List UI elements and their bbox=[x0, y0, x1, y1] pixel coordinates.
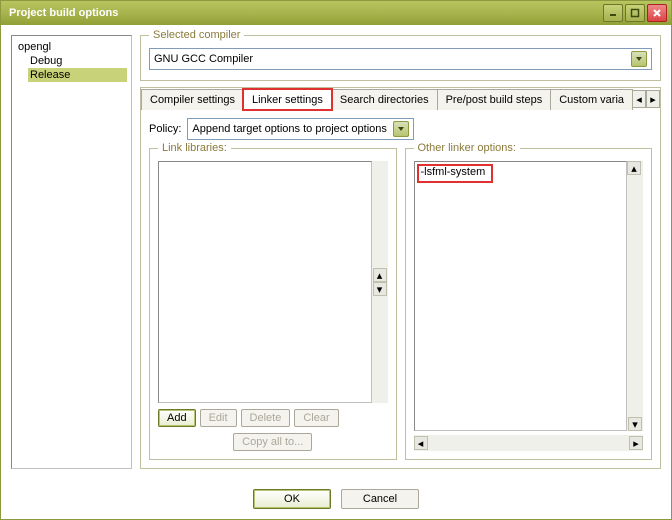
dialog-window: Project build options opengl Debug Relea… bbox=[0, 0, 672, 520]
minimize-button[interactable] bbox=[603, 4, 623, 22]
list-scrollbar[interactable]: ▴ ▾ bbox=[372, 161, 388, 403]
other-linker-label: Other linker options: bbox=[414, 142, 520, 154]
add-button[interactable]: Add bbox=[158, 409, 196, 427]
policy-value: Append target options to project options bbox=[192, 123, 386, 135]
titlebar[interactable]: Project build options bbox=[1, 1, 671, 25]
tab-scroll-left-icon[interactable]: ◂ bbox=[632, 90, 646, 108]
lib-buttons: Add Edit Delete Clear bbox=[158, 409, 388, 427]
other-linker-options-group: Other linker options: -lsfml-system ▴ bbox=[405, 148, 653, 460]
tab-scroll-right-icon[interactable]: ▸ bbox=[646, 90, 660, 108]
tab-strip: Compiler settings Linker settings Search… bbox=[141, 88, 660, 110]
other-linker-area: -lsfml-system ▴ ▾ bbox=[414, 161, 644, 431]
textarea-hscrollbar[interactable]: ◂ ▸ bbox=[414, 435, 644, 451]
policy-label: Policy: bbox=[149, 123, 181, 135]
other-linker-text: -lsfml-system bbox=[417, 164, 494, 183]
policy-dropdown[interactable]: Append target options to project options bbox=[187, 118, 413, 140]
link-libraries-area: ▴ ▾ bbox=[158, 161, 388, 403]
settings-tabs: Compiler settings Linker settings Search… bbox=[140, 87, 661, 469]
tree-debug[interactable]: Debug bbox=[28, 54, 127, 68]
tab-compiler-settings[interactable]: Compiler settings bbox=[141, 89, 244, 110]
compiler-dropdown[interactable]: GNU GCC Compiler bbox=[149, 48, 652, 70]
linker-panels: Link libraries: ▴ ▾ Add Edit bbox=[149, 148, 652, 460]
scroll-down-icon[interactable]: ▾ bbox=[628, 417, 642, 431]
tab-custom-variables[interactable]: Custom varia bbox=[550, 89, 633, 110]
ok-button[interactable]: OK bbox=[253, 489, 331, 509]
window-controls bbox=[603, 4, 667, 22]
close-button[interactable] bbox=[647, 4, 667, 22]
scroll-right-icon[interactable]: ▸ bbox=[629, 436, 643, 450]
right-panel: Selected compiler GNU GCC Compiler Compi… bbox=[140, 35, 661, 469]
clear-button: Clear bbox=[294, 409, 338, 427]
tree-release[interactable]: Release bbox=[28, 68, 127, 82]
copy-row: Copy all to... bbox=[158, 433, 388, 451]
tab-body: Policy: Append target options to project… bbox=[141, 110, 660, 468]
cancel-button[interactable]: Cancel bbox=[341, 489, 419, 509]
scroll-up-icon[interactable]: ▴ bbox=[627, 161, 641, 175]
edit-button: Edit bbox=[200, 409, 237, 427]
window-title: Project build options bbox=[5, 7, 603, 19]
policy-row: Policy: Append target options to project… bbox=[149, 118, 652, 140]
tab-prepost-build[interactable]: Pre/post build steps bbox=[437, 89, 552, 110]
chevron-down-icon bbox=[631, 51, 647, 67]
content-area: opengl Debug Release Selected compiler G… bbox=[1, 25, 671, 479]
target-tree[interactable]: opengl Debug Release bbox=[11, 35, 132, 469]
scroll-left-icon[interactable]: ◂ bbox=[414, 436, 428, 450]
maximize-button[interactable] bbox=[625, 4, 645, 22]
dialog-footer: OK Cancel bbox=[1, 479, 671, 519]
delete-button: Delete bbox=[241, 409, 291, 427]
compiler-group-label: Selected compiler bbox=[149, 29, 244, 41]
link-libraries-group: Link libraries: ▴ ▾ Add Edit bbox=[149, 148, 397, 460]
chevron-down-icon bbox=[393, 121, 409, 137]
tree-root[interactable]: opengl bbox=[16, 40, 127, 54]
compiler-selected-value: GNU GCC Compiler bbox=[154, 53, 253, 65]
compiler-group: Selected compiler GNU GCC Compiler bbox=[140, 35, 661, 81]
textarea-vscrollbar[interactable]: ▴ ▾ bbox=[627, 161, 643, 431]
copy-all-button: Copy all to... bbox=[233, 433, 312, 451]
tab-scroll-nav: ◂ ▸ bbox=[632, 90, 660, 108]
scroll-up-icon[interactable]: ▴ bbox=[373, 268, 387, 282]
other-linker-textarea[interactable]: -lsfml-system bbox=[414, 161, 628, 431]
scroll-down-icon[interactable]: ▾ bbox=[373, 282, 387, 296]
link-libraries-list[interactable] bbox=[158, 161, 372, 403]
tab-linker-settings[interactable]: Linker settings bbox=[243, 89, 332, 110]
link-libraries-label: Link libraries: bbox=[158, 142, 231, 154]
tab-search-directories[interactable]: Search directories bbox=[331, 89, 438, 110]
